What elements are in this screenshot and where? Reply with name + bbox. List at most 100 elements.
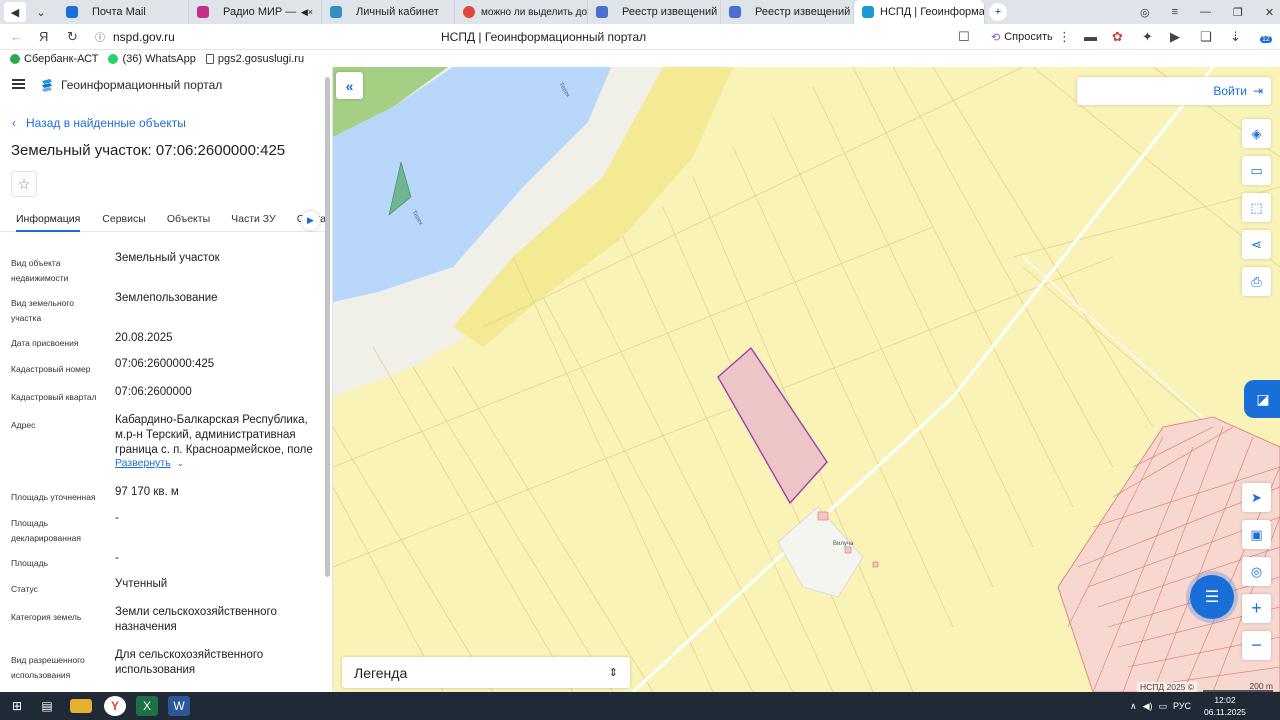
downloads-icon[interactable]: ⇣ (1230, 29, 1241, 45)
network-icon[interactable]: ▭ (1159, 701, 1168, 712)
cadastral-map[interactable]: Терек Терек Вилуча « Войти ⇥ ◈ ▭ ⬚ ⋖ ⎙ ◪ … (333, 67, 1280, 692)
windows-start-icon[interactable]: ⊞ (6, 696, 28, 716)
browser-tab[interactable]: Реестр извещений (588, 0, 721, 24)
field-label: Вид объекта недвижимости (11, 258, 69, 283)
object-info-panel: Геоинформационный портал ‹ Назад в найден… (0, 67, 333, 692)
browser-tab[interactable]: можно ли выделить доле (455, 0, 588, 24)
field-value: - (115, 512, 119, 524)
reload-icon[interactable]: ↻ (67, 29, 78, 45)
login-button[interactable]: Войти ⇥ (1077, 77, 1271, 105)
audio-icon[interactable]: ◀× (301, 7, 313, 18)
minimize-icon[interactable]: — (1200, 6, 1211, 18)
file-explorer-icon[interactable] (70, 699, 92, 713)
notifications-badge[interactable]: 12 (1260, 36, 1272, 43)
system-clock[interactable]: 12:02 06.11.2025 (1204, 694, 1246, 718)
collapse-panel-button[interactable]: « (336, 72, 363, 99)
locate-button[interactable]: ➤ (1242, 483, 1271, 512)
tab-objects[interactable]: Объекты (167, 210, 210, 225)
tabs-dropdown-icon[interactable]: ⌄ (30, 2, 52, 22)
measure-button[interactable]: ▭ (1242, 156, 1271, 185)
bookmark-icon[interactable]: ☐ (958, 29, 970, 45)
legend-panel[interactable]: Легенда ⇕ (342, 657, 630, 688)
collections-icon[interactable]: ❏ (1200, 29, 1212, 45)
select-area-button[interactable]: ⬚ (1242, 193, 1271, 222)
input-language[interactable]: РУС (1173, 701, 1191, 711)
zoom-in-button[interactable]: + (1242, 594, 1271, 623)
field-value: 07:06:2600000 (115, 386, 192, 398)
tab-info[interactable]: Информация (16, 210, 81, 232)
layers-button[interactable]: ◈ (1242, 119, 1271, 148)
tabs-next-button[interactable]: ▶ (301, 211, 320, 230)
tray-chevron-icon[interactable]: ∧ (1130, 701, 1137, 712)
restore-icon[interactable]: ❐ (1233, 6, 1243, 19)
browser-tab[interactable]: Реестр извещений (721, 0, 854, 24)
field-value: Кабардино-Балкарская Республика, м.р-н Т… (115, 414, 313, 456)
panel-scrollbar[interactable] (325, 77, 330, 577)
minimap-button[interactable]: ▣ (1242, 520, 1271, 549)
url-field[interactable]: nspd.gov.ru (113, 30, 175, 44)
profile-icon[interactable]: ◎ (1140, 6, 1150, 19)
ask-button[interactable]: ⟲ Спросить (985, 27, 1059, 47)
field-label: Статус (11, 584, 38, 594)
back-to-results-link[interactable]: ‹ Назад в найденные объекты (12, 116, 186, 130)
map-canvas[interactable] (333, 67, 1280, 692)
field-value: Учтенный (115, 578, 168, 590)
sber-icon (10, 53, 20, 64)
chevron-down-icon[interactable]: ⌄ (177, 458, 185, 468)
yandex-icon[interactable]: Я (39, 29, 48, 44)
bookmark-item[interactable]: (36) WhatsApp (108, 53, 196, 65)
field-label: Дата присвоения (11, 338, 79, 348)
browser-tab-active[interactable]: НСПД | Геоинформаци✕ (854, 0, 985, 24)
portal-logo-icon (42, 79, 52, 92)
bookmark-item[interactable]: Сбербанк-АСТ (10, 53, 98, 65)
back-icon[interactable]: ← (10, 29, 23, 44)
printer-icon: ⎙ (1251, 273, 1262, 289)
site-info-icon[interactable]: ⓘ (95, 29, 105, 44)
expand-link[interactable]: Развернуть (115, 457, 171, 469)
zoom-out-button[interactable]: − (1242, 631, 1271, 660)
speaker-icon[interactable]: ◀) (1143, 701, 1153, 712)
browser-tab[interactable]: Личный кабинет (322, 0, 455, 24)
location-arrow-icon: ➤ (1251, 489, 1262, 505)
print-button[interactable]: ⎙ (1242, 267, 1271, 296)
field-label: Кадастровый номер (11, 364, 91, 374)
plus-icon: + (1251, 598, 1262, 618)
browser-tab[interactable]: Радио МИР — слушать ◀× (189, 0, 322, 24)
geo-search-button[interactable]: ◎ (1242, 557, 1271, 586)
tab-label: Личный кабинет (356, 6, 439, 18)
excel-icon[interactable]: X (136, 696, 158, 716)
field-value: Для сельскохозяйственного использования (115, 649, 264, 676)
close-window-icon[interactable]: ✕ (1265, 6, 1274, 19)
expand-collapse-icon: ⇕ (608, 667, 618, 679)
feedback-button[interactable]: ◪ (1244, 380, 1280, 418)
field-label: Адрес (11, 420, 36, 430)
favorite-star-icon[interactable]: ☆ (11, 171, 37, 197)
task-view-icon[interactable]: ▤ (36, 696, 58, 716)
field-value: Землепользование (115, 292, 218, 304)
browser-tab-strip: ◀ ⌄ Почта Mail Радио МИР — слушать ◀× Лич… (0, 0, 1280, 24)
tab-label: НСПД | Геоинформаци (880, 6, 985, 18)
menu-icon[interactable] (12, 79, 25, 89)
field-label: Кадастровый квартал (11, 392, 97, 402)
extensions-icon[interactable]: ✦ (1142, 29, 1153, 45)
browser-tab[interactable]: Почта Mail (58, 0, 189, 24)
word-icon[interactable]: W (168, 696, 190, 716)
menu-icon[interactable]: ≡ (1172, 6, 1178, 18)
extension-icon[interactable]: ▬ (1084, 29, 1097, 44)
tab-parts[interactable]: Части ЗУ (231, 210, 276, 225)
more-icon[interactable]: ⋮ (1058, 29, 1071, 45)
speaker-icon[interactable]: ◀ (4, 2, 26, 22)
registry-icon (729, 6, 741, 18)
new-tab-button[interactable]: + (989, 3, 1007, 21)
bookmark-item[interactable]: pgs2.gosuslugi.ru (205, 53, 304, 65)
yandex-browser-icon[interactable]: Y (104, 696, 126, 716)
extension-icon[interactable]: ✿ (1112, 29, 1123, 45)
chat-button[interactable]: ☰ (1190, 575, 1234, 619)
media-icon[interactable]: ▶ (1170, 29, 1180, 45)
tab-services[interactable]: Сервисы (102, 210, 146, 225)
share-button[interactable]: ⋖ (1242, 230, 1271, 259)
field-label: Вид земельного участка (11, 298, 75, 323)
field-label: Категория земель (11, 612, 82, 622)
bookmarks-bar: Сбербанк-АСТ (36) WhatsApp pgs2.gosuslug… (0, 50, 1280, 67)
expand-wrap: Развернуть ⌄ (115, 456, 325, 471)
